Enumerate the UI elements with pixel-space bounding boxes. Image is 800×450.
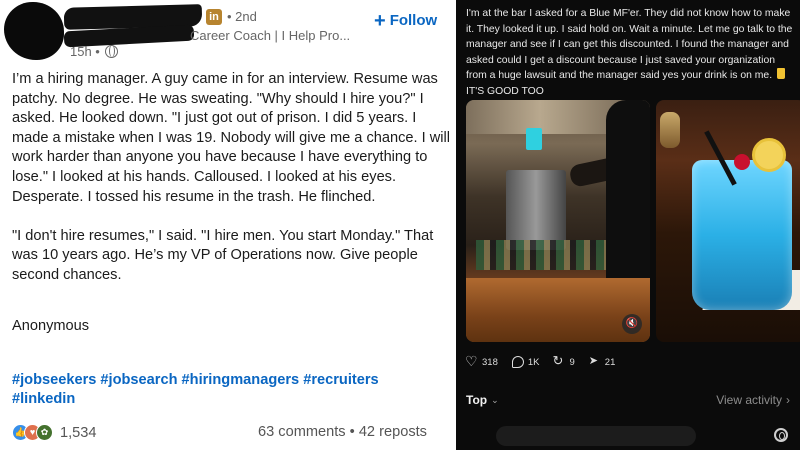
thread-text-main: I'm at the bar I asked for a Blue MF'er.… xyxy=(466,8,793,82)
reactions-summary[interactable]: 👍 ♥ ✿ 1,534 xyxy=(12,424,97,442)
photo-lemon xyxy=(752,138,786,172)
photo-bartender xyxy=(606,100,650,290)
repost-count: 9 xyxy=(569,356,575,368)
share-count: 21 xyxy=(604,356,616,368)
photo-lamp xyxy=(660,112,680,148)
heart-icon xyxy=(465,353,478,370)
chevron-right-icon: › xyxy=(786,393,790,407)
bar-video-thumbnail[interactable]: 🔇 xyxy=(466,100,650,342)
comment-button[interactable]: 1K xyxy=(511,356,540,368)
photo-blue-cup xyxy=(526,128,542,150)
connection-degree: • 2nd xyxy=(227,9,257,24)
reaction-icons: 👍 ♥ ✿ xyxy=(12,424,54,442)
repost-icon xyxy=(552,353,565,369)
redacted-reply xyxy=(496,426,696,446)
post-time-text: 15h • xyxy=(70,44,100,59)
view-activity-link[interactable]: View activity › xyxy=(716,393,790,407)
blue-drink-photo[interactable] xyxy=(656,100,800,342)
thread-action-bar: 318 1K 9 21 xyxy=(465,353,616,370)
comments-reposts-count[interactable]: 63 comments • 42 reposts xyxy=(258,424,427,440)
post-paragraph: I’m a hiring manager. A guy came in for … xyxy=(12,71,451,205)
linkedin-post-panel: in • 2nd Career Coach | I Help Pro... 15… xyxy=(0,0,456,450)
follow-button[interactable]: + Follow xyxy=(374,9,438,32)
comment-icon xyxy=(511,356,524,368)
photo-machine xyxy=(506,170,566,250)
view-activity-label: View activity xyxy=(716,393,782,407)
thread-text-tail: IT'S GOOD TOO xyxy=(466,85,544,97)
photo-counter xyxy=(466,278,650,342)
post-paragraph: "I don't hire resumes," I said. "I hire … xyxy=(12,227,434,283)
support-reaction-icon: ✿ xyxy=(36,424,53,441)
chevron-down-icon: ⌄ xyxy=(491,394,499,405)
comment-count: 1K xyxy=(527,356,540,368)
sort-top-dropdown[interactable]: Top ⌄ xyxy=(466,393,499,407)
threads-post-panel: I'm at the bar I asked for a Blue MF'er.… xyxy=(456,0,800,450)
threads-logo-icon xyxy=(774,428,788,442)
post-signature: Anonymous xyxy=(12,318,90,334)
globe-icon xyxy=(104,45,118,58)
send-icon xyxy=(589,354,601,368)
follow-label: Follow xyxy=(389,12,438,29)
like-count: 318 xyxy=(482,356,498,368)
photo-cherry xyxy=(734,154,750,170)
mute-icon[interactable]: 🔇 xyxy=(622,314,642,334)
repost-button[interactable]: 9 xyxy=(552,353,575,369)
post-time: 15h • xyxy=(70,44,118,59)
plus-icon: + xyxy=(374,9,386,32)
post-hashtags[interactable]: #jobseekers #jobsearch #hiringmanagers #… xyxy=(12,371,442,409)
sort-label: Top xyxy=(466,393,488,407)
post-body: I’m a hiring manager. A guy came in for … xyxy=(12,70,450,305)
reaction-count: 1,534 xyxy=(60,425,97,441)
like-button[interactable]: 318 xyxy=(465,353,498,370)
avatar-redacted[interactable] xyxy=(4,2,64,60)
author-headline: Career Coach | I Help Pro... xyxy=(190,28,351,43)
linkedin-premium-badge-icon: in xyxy=(206,9,222,25)
beer-icon xyxy=(777,68,785,80)
thread-post-text: I'm at the bar I asked for a Blue MF'er.… xyxy=(466,6,798,100)
share-button[interactable]: 21 xyxy=(589,354,616,368)
photo-blue-glass xyxy=(692,160,792,310)
